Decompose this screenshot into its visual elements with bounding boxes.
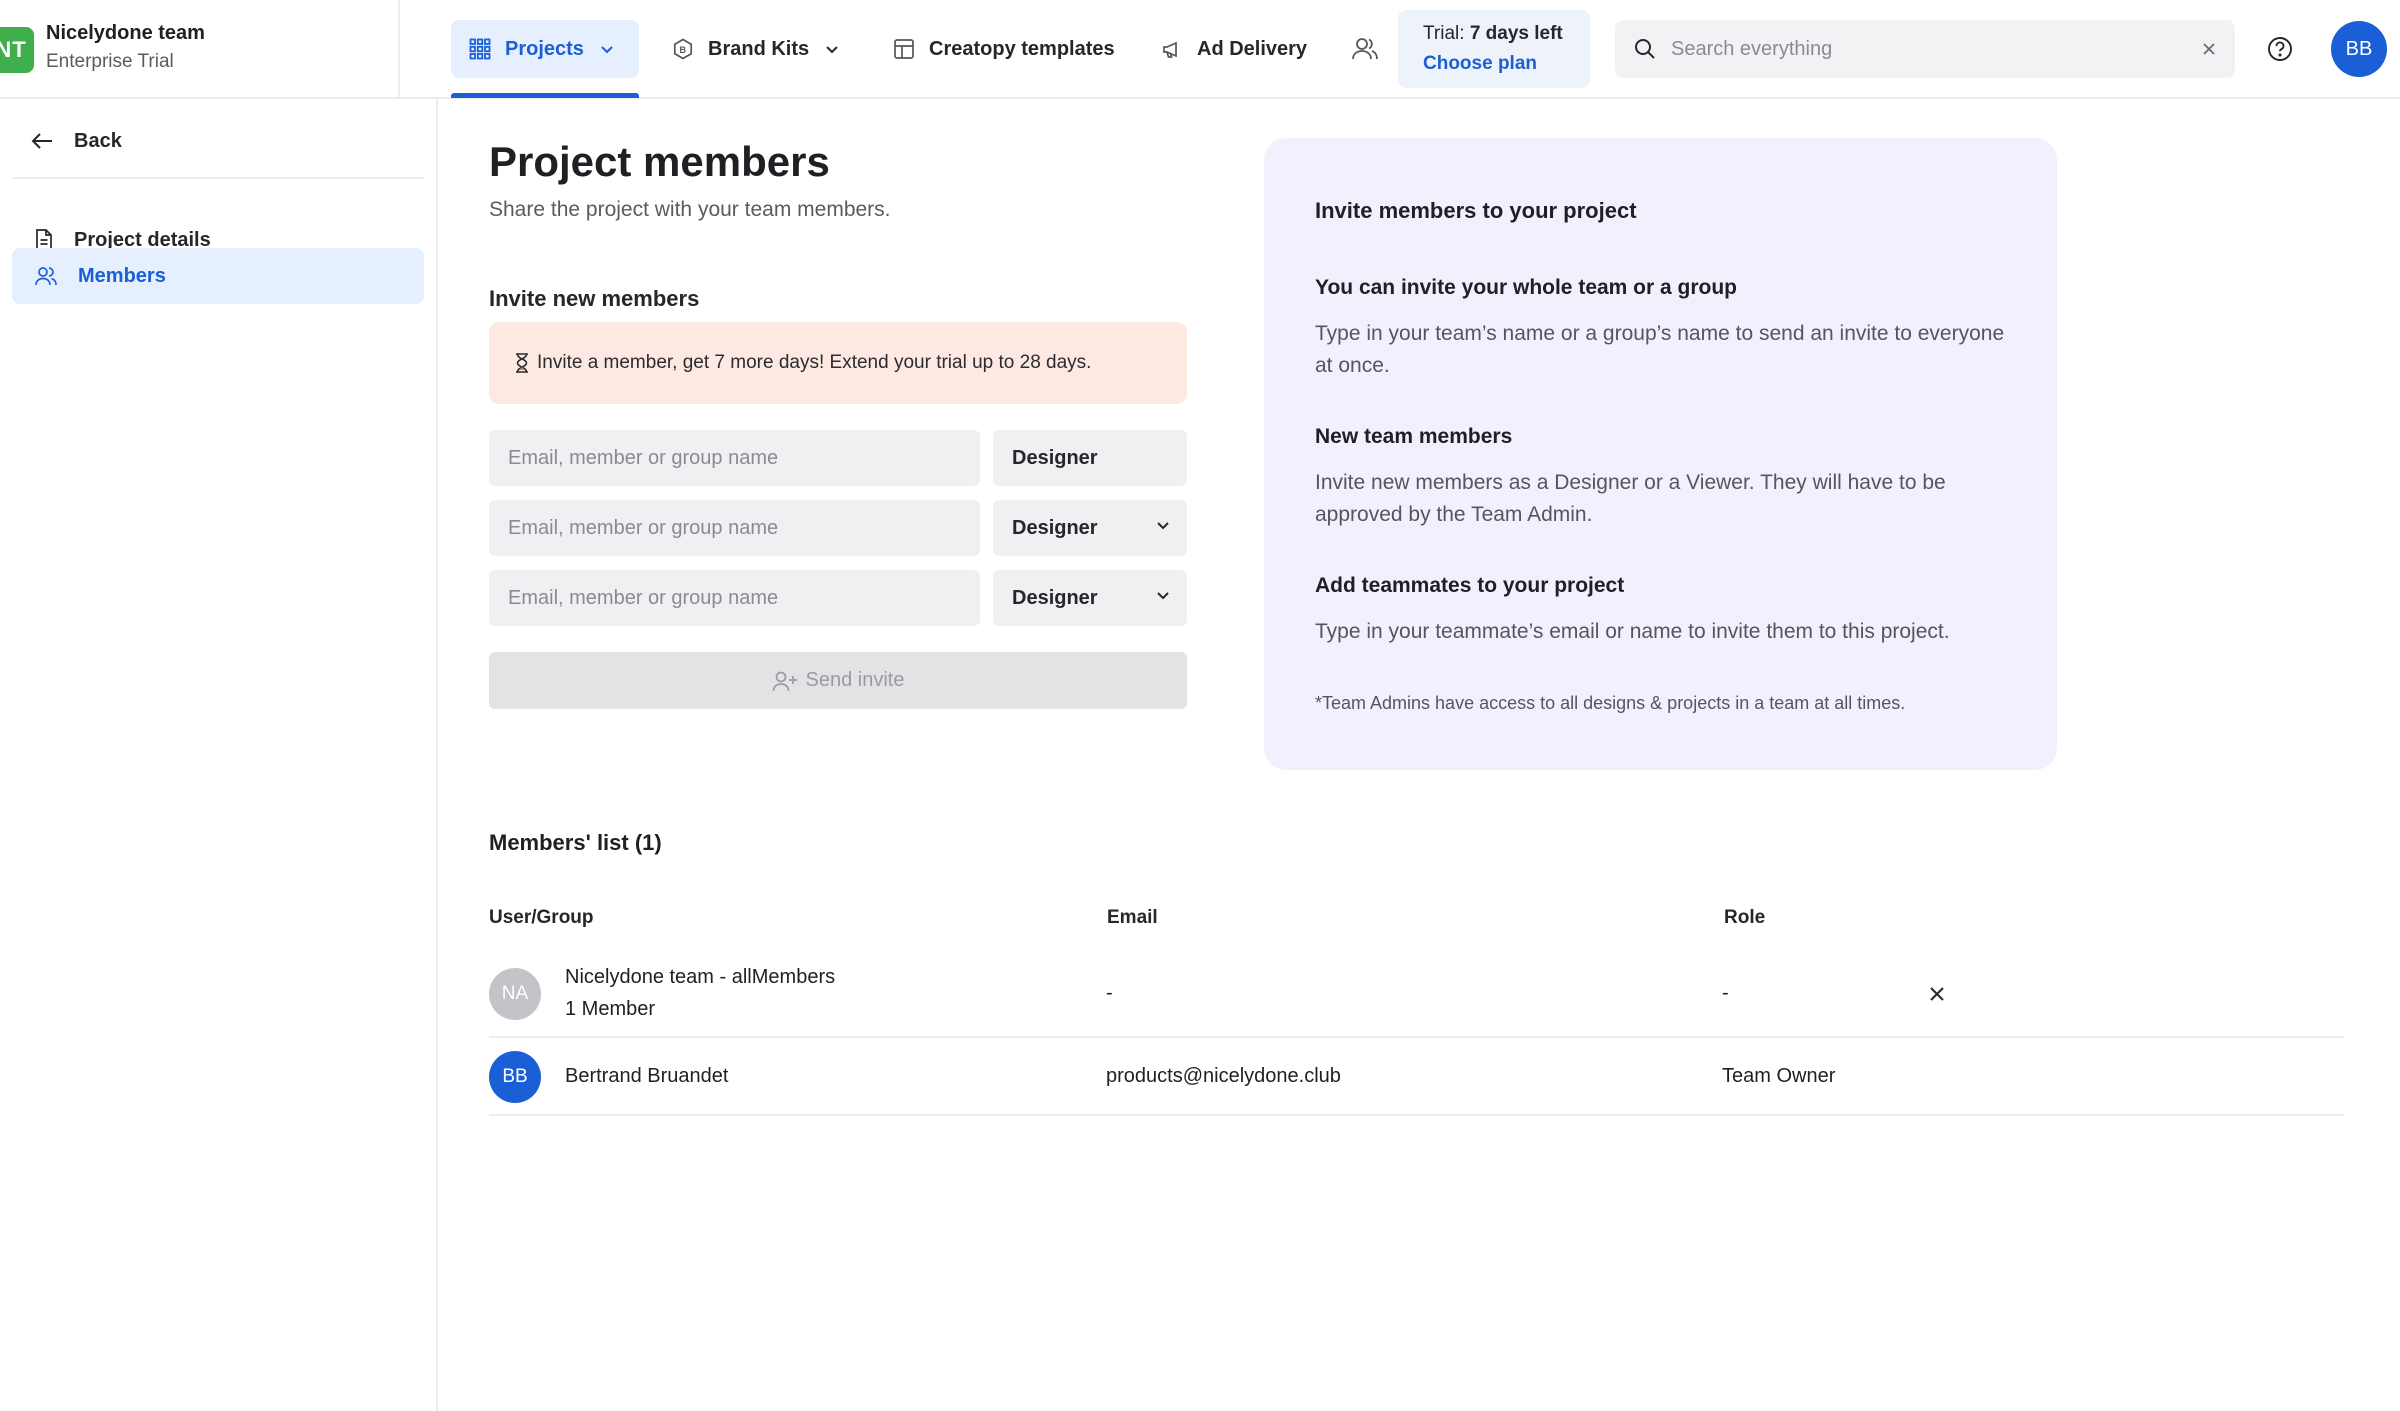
hourglass-icon	[516, 353, 528, 373]
member-email: products@nicelydone.club	[1106, 1065, 1341, 1087]
column-header-role: Role	[1724, 907, 1766, 928]
team-plan: Enterprise Trial	[46, 51, 174, 72]
sidebar-item-members[interactable]: Members	[12, 248, 424, 304]
invite-email-input[interactable]	[489, 430, 980, 486]
info-title: Invite members to your project	[1315, 198, 1637, 223]
send-invite-label: Send invite	[805, 669, 905, 691]
sidebar: Back Project details Members	[0, 99, 438, 1411]
page-subtitle: Share the project with your team members…	[489, 198, 891, 221]
info-note: *Team Admins have access to all designs …	[1315, 693, 1906, 713]
page-title: Project members	[489, 138, 830, 185]
clear-search-icon[interactable]	[2201, 41, 2217, 57]
grid-icon	[469, 38, 491, 60]
info-heading: New team members	[1315, 425, 1513, 448]
team-logo: NT	[0, 27, 34, 73]
invite-email-input[interactable]	[489, 500, 980, 556]
promo-text: Invite a member, get 7 more days! Extend…	[537, 352, 1092, 373]
nav-projects-label: Projects	[505, 37, 584, 60]
invite-row: Designer	[489, 500, 1187, 556]
chevron-down-icon	[826, 45, 838, 53]
info-text: Type in your teammate’s email or name to…	[1315, 620, 1950, 643]
role-select-value: Designer	[1012, 516, 1098, 539]
info-text: Type in your team’s name or a group’s na…	[1315, 322, 2005, 377]
svg-text:B: B	[680, 45, 687, 55]
member-role: Team Owner	[1722, 1065, 1836, 1087]
team-switcher[interactable]: NT Nicelydone team Enterprise Trial	[0, 0, 400, 98]
add-user-icon	[772, 671, 797, 691]
nav-projects[interactable]: Projects	[451, 20, 639, 78]
role-select-value: Designer	[1012, 446, 1098, 469]
nav-creatopy-templates[interactable]: Creatopy templates	[875, 20, 1133, 78]
nav-templates-label: Creatopy templates	[929, 37, 1115, 60]
sidebar-item-label: Members	[78, 264, 166, 287]
members-list-title: Members' list (1)	[489, 830, 662, 855]
member-role: -	[1722, 982, 1729, 1004]
nav-brand-kits-label: Brand Kits	[708, 37, 810, 60]
team-name: Nicelydone team	[46, 22, 205, 44]
member-name: Nicelydone team - allMembers	[565, 966, 836, 988]
avatar: NA	[489, 968, 541, 1020]
back-button[interactable]: Back	[30, 126, 122, 156]
chevron-down-icon	[601, 45, 613, 53]
info-text: Invite new members as a Designer or a Vi…	[1315, 471, 1946, 526]
invite-row: Designer	[489, 570, 1187, 626]
megaphone-icon	[1163, 41, 1177, 58]
arrow-left-icon	[31, 133, 52, 149]
trial-days-left: 7 days left	[1469, 23, 1563, 44]
invite-email-input[interactable]	[489, 570, 980, 626]
trial-promo-banner: Invite a member, get 7 more days! Extend…	[489, 322, 1187, 404]
invite-heading: Invite new members	[489, 286, 700, 311]
info-heading: Add teammates to your project	[1315, 574, 1625, 597]
search-input[interactable]	[1671, 37, 2201, 61]
info-heading: You can invite your whole team or a grou…	[1315, 276, 1738, 299]
invite-row: Designer	[489, 430, 1187, 486]
template-icon	[894, 39, 914, 59]
user-avatar[interactable]: BB	[2331, 21, 2387, 77]
member-email: -	[1106, 982, 1113, 1004]
table-row: NA Nicelydone team - allMembers 1 Member…	[489, 952, 2344, 1038]
role-select[interactable]: Designer	[993, 570, 1187, 626]
chevron-down-icon	[1157, 522, 1169, 530]
nav-ad-delivery-label: Ad Delivery	[1197, 37, 1308, 60]
chevron-down-icon	[1157, 592, 1169, 600]
search-icon	[1635, 39, 1655, 59]
sidebar-divider	[12, 177, 424, 179]
avatar: BB	[489, 1051, 541, 1103]
member-name: Bertrand Bruandet	[565, 1065, 729, 1087]
trial-status: Trial: 7 days left	[1423, 23, 1590, 45]
close-icon[interactable]	[1926, 983, 1948, 1005]
help-icon[interactable]	[2265, 34, 2295, 64]
trial-banner: Trial: 7 days left Choose plan	[1398, 10, 1590, 88]
nav-active-indicator	[451, 93, 639, 98]
team-members-icon[interactable]	[1350, 34, 1380, 64]
role-select[interactable]: Designer	[993, 500, 1187, 556]
trial-prefix: Trial:	[1423, 23, 1465, 44]
top-bar: NT Nicelydone team Enterprise Trial Proj…	[0, 0, 2400, 99]
role-select-value: Designer	[1012, 586, 1098, 609]
role-select[interactable]: Designer	[993, 430, 1187, 486]
brand-kit-icon: B	[673, 38, 693, 60]
back-label: Back	[74, 129, 122, 152]
send-invite-button[interactable]: Send invite	[489, 652, 1187, 709]
choose-plan-link[interactable]: Choose plan	[1423, 53, 1590, 75]
search-bar	[1615, 20, 2235, 78]
column-header-user: User/Group	[489, 907, 594, 928]
table-row: BB Bertrand Bruandet products@nicelydone…	[489, 1038, 2344, 1116]
member-count: 1 Member	[565, 998, 656, 1020]
nav-ad-delivery[interactable]: Ad Delivery	[1143, 20, 1325, 78]
members-icon	[35, 267, 57, 286]
nav-brand-kits[interactable]: B Brand Kits	[654, 20, 857, 78]
column-header-email: Email	[1107, 907, 1158, 928]
invite-info-panel: Invite members to your project You can i…	[1264, 138, 2057, 770]
